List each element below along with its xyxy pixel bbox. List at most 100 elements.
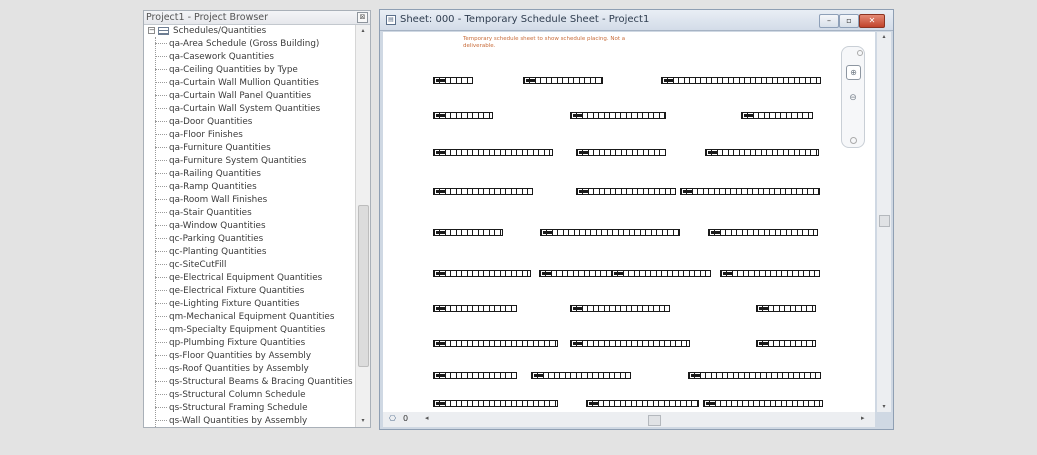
tree-item[interactable]: qa-Curtain Wall Panel Quantities: [155, 90, 311, 103]
scroll-up-arrow-icon[interactable]: ▴: [877, 32, 891, 42]
tree-item[interactable]: qs-Wall Quantities by Assembly: [155, 415, 307, 427]
restore-button[interactable]: ▫: [839, 14, 859, 28]
tree-item[interactable]: qm-Specialty Equipment Quantities: [155, 324, 325, 337]
project-browser-scrollbar[interactable]: ▴ ▾: [355, 25, 370, 427]
scroll-down-arrow-icon[interactable]: ▾: [356, 415, 370, 427]
placed-schedule-table[interactable]: [433, 400, 558, 407]
tree-item[interactable]: qa-Room Wall Finishes: [155, 194, 267, 207]
project-browser-scroll-thumb[interactable]: [358, 205, 369, 367]
tree-branch-line: [155, 394, 167, 395]
placed-schedule-table[interactable]: [433, 149, 553, 156]
tree-branch-line: [155, 147, 167, 148]
placed-schedule-table[interactable]: [576, 188, 676, 195]
sheet-icon: ▤: [386, 15, 396, 25]
tree-branch-line: [155, 108, 167, 109]
placed-schedule-table[interactable]: [570, 112, 666, 119]
tree-item-label: qa-Furniture Quantities: [169, 143, 271, 153]
nav-bar-options-icon[interactable]: [850, 137, 857, 144]
tree-branch-line: [155, 407, 167, 408]
placed-schedule-table[interactable]: [523, 77, 603, 84]
placed-schedule-table[interactable]: [433, 372, 517, 379]
tree-item[interactable]: qa-Furniture System Quantities: [155, 155, 306, 168]
placed-schedule-table[interactable]: [703, 400, 823, 407]
tree-item[interactable]: qa-Ceiling Quantities by Type: [155, 64, 298, 77]
tree-item[interactable]: qa-Curtain Wall System Quantities: [155, 103, 320, 116]
placed-schedule-table[interactable]: [540, 229, 680, 236]
placed-schedule-table[interactable]: [756, 305, 816, 312]
sheet-vertical-scroll-thumb[interactable]: [879, 215, 890, 227]
placed-schedule-table[interactable]: [688, 372, 821, 379]
tree-item[interactable]: qa-Area Schedule (Gross Building): [155, 38, 319, 51]
tree-item[interactable]: qa-Stair Quantities: [155, 207, 252, 220]
close-button[interactable]: ✕: [859, 14, 885, 28]
tree-item-label: qm-Specialty Equipment Quantities: [169, 325, 326, 335]
tree-item[interactable]: qs-Structural Beams & Bracing Quantities: [155, 376, 353, 389]
scroll-down-arrow-icon[interactable]: ▾: [877, 402, 891, 412]
navigation-bar[interactable]: ⊕ ⊖: [841, 46, 865, 148]
tree-branch-line: [155, 420, 167, 421]
tree-item[interactable]: qe-Electrical Equipment Quantities: [155, 272, 322, 285]
tree-item[interactable]: qs-Roof Quantities by Assembly: [155, 363, 309, 376]
placed-schedule-table[interactable]: [539, 270, 619, 277]
placed-schedule-table[interactable]: [661, 77, 821, 84]
placed-schedule-table[interactable]: [680, 188, 820, 195]
placed-schedule-table[interactable]: [720, 270, 820, 277]
placed-schedule-table[interactable]: [433, 270, 531, 277]
tree-item[interactable]: qe-Lighting Fixture Quantities: [155, 298, 300, 311]
placed-schedule-table[interactable]: [433, 188, 533, 195]
tree-item[interactable]: qe-Electrical Fixture Quantities: [155, 285, 304, 298]
tree-item[interactable]: qa-Furniture Quantities: [155, 142, 271, 155]
tree-branch-line: [155, 290, 167, 291]
tree-item[interactable]: qc-Planting Quantities: [155, 246, 266, 259]
view-scale-icon[interactable]: ⎔: [389, 414, 396, 423]
tree-item[interactable]: qa-Curtain Wall Mullion Quantities: [155, 77, 319, 90]
tree-node-schedules-quantities[interactable]: − Schedules/Quantities: [148, 25, 266, 38]
placed-schedule-table[interactable]: [576, 149, 666, 156]
tree-item[interactable]: qc-SiteCutFill: [155, 259, 226, 272]
placed-schedule-table[interactable]: [433, 305, 517, 312]
scroll-left-arrow-icon[interactable]: ◂: [425, 414, 429, 422]
tree-item[interactable]: qa-Casework Quantities: [155, 51, 274, 64]
tree-item[interactable]: qs-Structural Column Schedule: [155, 389, 306, 402]
placed-schedule-table[interactable]: [531, 372, 631, 379]
tree-item[interactable]: qa-Floor Finishes: [155, 129, 243, 142]
tree-item[interactable]: qs-Structural Framing Schedule: [155, 402, 308, 415]
placed-schedule-table[interactable]: [586, 400, 699, 407]
placed-schedule-table[interactable]: [756, 340, 816, 347]
placed-schedule-table[interactable]: [611, 270, 711, 277]
placed-schedule-table[interactable]: [741, 112, 813, 119]
tree-branch-line: [155, 277, 167, 278]
placed-schedule-table[interactable]: [433, 340, 558, 347]
placed-schedule-table[interactable]: [708, 229, 818, 236]
scroll-right-arrow-icon[interactable]: ▸: [861, 414, 865, 422]
sheet-vertical-scrollbar[interactable]: ▴ ▾: [877, 32, 891, 412]
placed-schedule-table[interactable]: [433, 112, 493, 119]
tree-item[interactable]: qa-Railing Quantities: [155, 168, 261, 181]
placed-schedule-table[interactable]: [433, 77, 473, 84]
sheet-title-bar[interactable]: ▤ Sheet: 000 - Temporary Schedule Sheet …: [380, 10, 893, 31]
placed-schedule-table[interactable]: [433, 229, 503, 236]
tree-item[interactable]: qa-Door Quantities: [155, 116, 252, 129]
nav-bar-close-icon[interactable]: [857, 50, 863, 56]
zoom-icon[interactable]: ⊖: [848, 93, 858, 103]
tree-item[interactable]: qs-Floor Quantities by Assembly: [155, 350, 311, 363]
tree-item[interactable]: qp-Plumbing Fixture Quantities: [155, 337, 305, 350]
tree-item-label: qa-Door Quantities: [169, 117, 253, 127]
placed-schedule-table[interactable]: [570, 305, 670, 312]
scroll-up-arrow-icon[interactable]: ▴: [356, 25, 370, 37]
tree-item[interactable]: qm-Mechanical Equipment Quantities: [155, 311, 334, 324]
tree-item-label: qc-Parking Quantities: [169, 234, 264, 244]
project-browser-close-icon[interactable]: ⊠: [357, 12, 368, 23]
tree-item[interactable]: qc-Parking Quantities: [155, 233, 263, 246]
collapse-icon[interactable]: −: [148, 27, 155, 34]
minimize-button[interactable]: –: [819, 14, 839, 28]
tree-item[interactable]: qa-Window Quantities: [155, 220, 266, 233]
tree-branch-line: [155, 368, 167, 369]
sheet-horizontal-scroll-thumb[interactable]: [648, 415, 661, 426]
placed-schedule-table[interactable]: [570, 340, 690, 347]
tree-branch-line: [155, 95, 167, 96]
sheet-canvas[interactable]: Temporary schedule sheet to show schedul…: [383, 32, 875, 412]
placed-schedule-table[interactable]: [705, 149, 819, 156]
tree-item[interactable]: qa-Ramp Quantities: [155, 181, 257, 194]
steering-wheel-icon[interactable]: ⊕: [846, 65, 861, 80]
